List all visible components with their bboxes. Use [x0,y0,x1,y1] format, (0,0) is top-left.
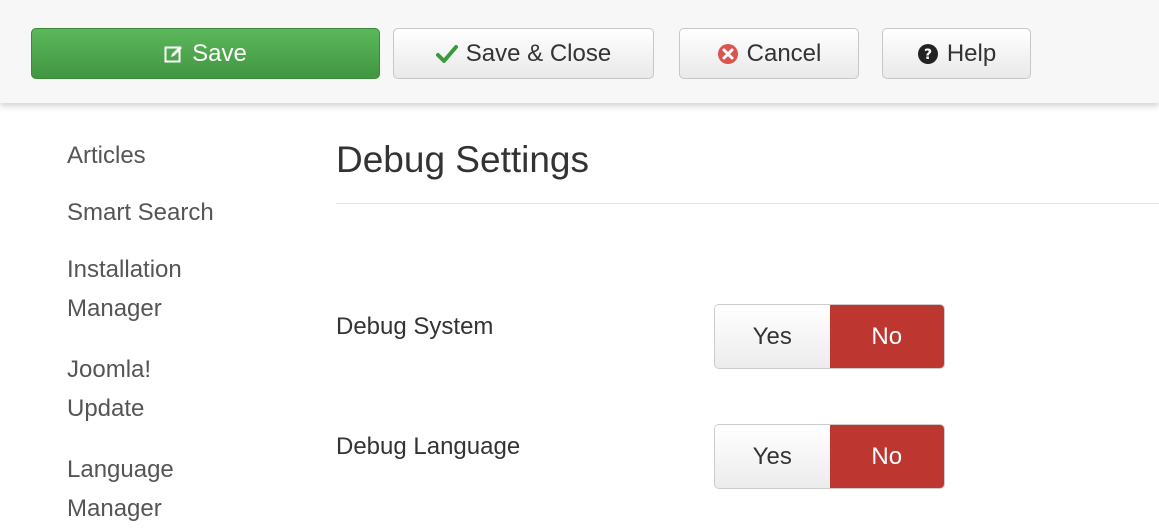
debug-system-toggle: Yes No [714,304,945,369]
sidebar-item-label: Manager [67,495,162,522]
cancel-button-label: Cancel [746,39,822,67]
title-divider [336,203,1159,204]
sidebar-item-label: Installation [67,256,182,283]
help-button-label: Help [946,39,997,67]
cancel-button[interactable]: Cancel [679,28,859,79]
debug-language-no-option[interactable]: No [829,425,944,488]
sidebar-item-label: Smart Search [67,199,214,226]
svg-text:?: ? [924,47,932,63]
debug-system-no-option[interactable]: No [829,305,944,368]
debug-language-toggle: Yes No [714,424,945,489]
debug-system-label: Debug System [336,313,494,340]
sidebar-item-installation-manager[interactable]: Installation Manager [67,250,182,328]
sidebar-item-label: Update [67,395,145,422]
toolbar: Save Save & Close Cancel ? Help [0,0,1159,103]
debug-language-label: Debug Language [336,433,521,460]
sidebar-item-label: Manager [67,295,162,322]
save-and-close-button[interactable]: Save & Close [393,28,654,79]
help-button[interactable]: ? Help [882,28,1031,79]
sidebar-item-label: Language [67,456,174,483]
sidebar-item-label: Joomla! [67,356,152,383]
sidebar-item-smart-search[interactable]: Smart Search [67,193,214,232]
save-button-label: Save [192,39,247,67]
debug-system-yes-option[interactable]: Yes [715,305,830,368]
debug-language-yes-option[interactable]: Yes [715,425,830,488]
sidebar-item-articles[interactable]: Articles [67,136,146,175]
sidebar-item-label: Articles [67,142,146,169]
check-icon [435,44,458,64]
save-button[interactable]: Save [31,28,380,79]
sidebar-item-language-manager[interactable]: Language Manager [67,450,174,528]
question-circle-icon: ? [917,43,939,65]
cancel-circle-icon [717,43,739,65]
sidebar-item-joomla-update[interactable]: Joomla! Update [67,350,151,428]
save-and-close-button-label: Save & Close [465,39,612,67]
edit-icon [164,44,184,64]
page-title: Debug Settings [336,139,590,180]
